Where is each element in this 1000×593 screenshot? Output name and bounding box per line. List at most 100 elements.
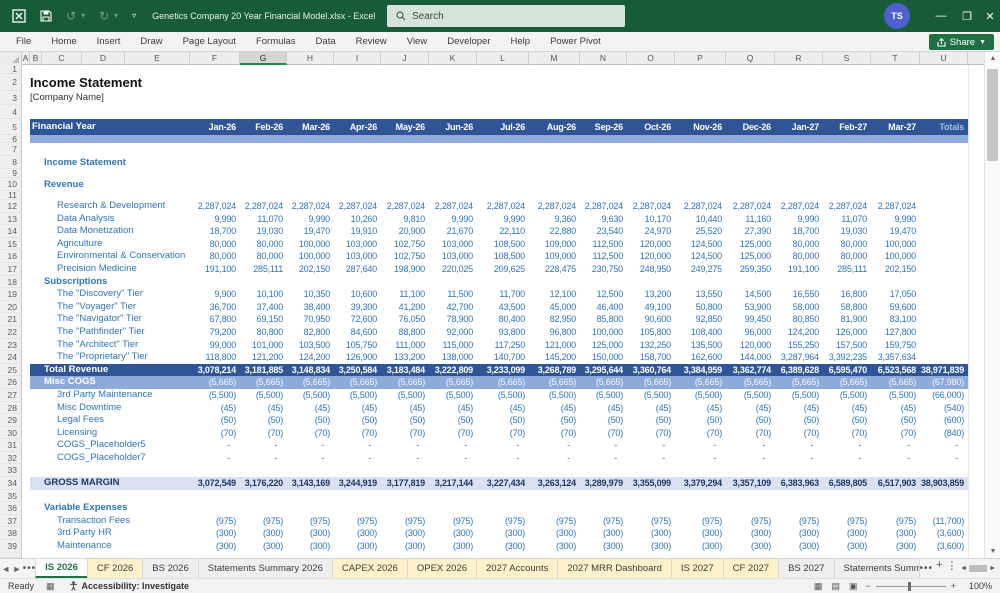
financial-year-label[interactable]: Financial Year: [32, 119, 96, 135]
cell[interactable]: 9,990: [287, 213, 334, 226]
cell[interactable]: 80,000: [190, 238, 240, 251]
cell[interactable]: 155,250: [775, 339, 823, 352]
column-header-R[interactable]: R: [775, 52, 823, 65]
cell[interactable]: Feb-26: [240, 119, 287, 135]
column-header-L[interactable]: L: [477, 52, 529, 65]
column-header-D[interactable]: D: [82, 52, 125, 65]
cell[interactable]: (300): [675, 540, 726, 553]
cell[interactable]: 2,287,024: [190, 200, 240, 213]
cell[interactable]: 17,050: [871, 288, 920, 301]
cell[interactable]: (5,500): [580, 389, 627, 402]
cell[interactable]: (70): [580, 427, 627, 440]
cell[interactable]: 3,176,220: [240, 477, 287, 490]
row-label-the-navigator-tier[interactable]: The "Navigator" Tier: [57, 313, 142, 326]
cell[interactable]: Totals: [920, 119, 968, 135]
column-header-N[interactable]: N: [580, 52, 627, 65]
cell[interactable]: (45): [823, 402, 871, 415]
cell[interactable]: 11,500: [429, 288, 477, 301]
cell[interactable]: 96,800: [529, 326, 580, 339]
cell[interactable]: 103,000: [429, 250, 477, 263]
cell[interactable]: -: [775, 452, 823, 465]
cell[interactable]: 248,950: [627, 263, 675, 276]
column-header-Q[interactable]: Q: [726, 52, 775, 65]
cell[interactable]: 158,700: [627, 351, 675, 364]
cell[interactable]: 25,520: [675, 225, 726, 238]
cell[interactable]: (975): [287, 515, 334, 528]
cell[interactable]: 50,800: [675, 301, 726, 314]
column-header-I[interactable]: I: [334, 52, 381, 65]
cell[interactable]: (975): [334, 515, 381, 528]
scroll-right-icon[interactable]: ►: [989, 565, 996, 572]
cell[interactable]: 80,850: [775, 313, 823, 326]
cell[interactable]: (5,500): [529, 389, 580, 402]
cell[interactable]: 132,250: [627, 339, 675, 352]
cell[interactable]: (300): [529, 527, 580, 540]
cell[interactable]: 3,263,124: [529, 477, 580, 490]
sheet-nav-right-icon[interactable]: ►: [11, 559, 22, 578]
cell[interactable]: 9,630: [580, 213, 627, 226]
cell[interactable]: 2,287,024: [871, 200, 920, 213]
cell[interactable]: (50): [240, 414, 287, 427]
row-header-14[interactable]: 14: [0, 225, 22, 238]
row-label-total-revenue[interactable]: Total Revenue: [44, 364, 108, 377]
cell[interactable]: 3,379,294: [675, 477, 726, 490]
cell[interactable]: 3,233,099: [477, 364, 529, 377]
row-header-31[interactable]: 31: [0, 439, 22, 452]
cell[interactable]: 3,287,964: [775, 351, 823, 364]
row-label-misc-downtime[interactable]: Misc Downtime: [57, 402, 121, 415]
cell[interactable]: 22,110: [477, 225, 529, 238]
cell[interactable]: -: [920, 452, 968, 465]
cell[interactable]: (45): [529, 402, 580, 415]
cell[interactable]: (70): [334, 427, 381, 440]
column-header-E[interactable]: E: [125, 52, 190, 65]
column-header-C[interactable]: C: [42, 52, 82, 65]
cell[interactable]: 99,450: [726, 313, 775, 326]
new-sheet-icon[interactable]: +: [933, 559, 946, 578]
cell[interactable]: (5,665): [529, 376, 580, 389]
cell[interactable]: 120,000: [627, 250, 675, 263]
cell[interactable]: 121,200: [240, 351, 287, 364]
cell[interactable]: -: [726, 439, 775, 452]
cell[interactable]: 100,000: [871, 238, 920, 251]
row-header-36[interactable]: 36: [0, 502, 22, 515]
cell[interactable]: (45): [726, 402, 775, 415]
cell[interactable]: -: [726, 452, 775, 465]
cell[interactable]: 2,287,024: [823, 200, 871, 213]
cell[interactable]: (5,665): [477, 376, 529, 389]
cell[interactable]: Dec-26: [726, 119, 775, 135]
cell[interactable]: 138,000: [429, 351, 477, 364]
sheet-tab-cf-2026[interactable]: CF 2026: [86, 559, 144, 578]
cell[interactable]: (975): [190, 515, 240, 528]
cell[interactable]: 3,177,819: [381, 477, 429, 490]
cell[interactable]: 80,000: [775, 250, 823, 263]
cell[interactable]: -: [823, 452, 871, 465]
cell[interactable]: -: [775, 439, 823, 452]
cell[interactable]: 18,700: [775, 225, 823, 238]
cell[interactable]: (66,000): [920, 389, 968, 402]
row-header-19[interactable]: 19: [0, 288, 22, 301]
row-header-23[interactable]: 23: [0, 338, 22, 352]
cell[interactable]: (300): [429, 527, 477, 540]
cell[interactable]: 125,000: [726, 250, 775, 263]
scroll-down-icon[interactable]: ▼: [985, 545, 1000, 558]
row-header-17[interactable]: 17: [0, 262, 22, 276]
cell[interactable]: 105,750: [334, 339, 381, 352]
row-header-4[interactable]: 4: [0, 105, 22, 119]
cell[interactable]: 36,700: [190, 301, 240, 314]
cell[interactable]: (300): [775, 540, 823, 553]
row-label-transaction-fees[interactable]: Transaction Fees: [57, 515, 130, 528]
cell[interactable]: 24,970: [627, 225, 675, 238]
share-button[interactable]: Share ▼: [928, 34, 994, 50]
cell[interactable]: (5,665): [775, 376, 823, 389]
save-icon[interactable]: [40, 10, 52, 22]
row-label-precision-medicine[interactable]: Precision Medicine: [57, 263, 137, 276]
zoom-out-icon[interactable]: −: [865, 581, 870, 591]
row-header-13[interactable]: 13: [0, 212, 22, 226]
cell[interactable]: 209,625: [477, 263, 529, 276]
cell[interactable]: 108,400: [675, 326, 726, 339]
row-header-18[interactable]: 18: [0, 275, 22, 289]
cell[interactable]: (70): [477, 427, 529, 440]
cell[interactable]: Oct-26: [627, 119, 675, 135]
section-label-subscriptions[interactable]: Subscriptions: [44, 276, 107, 289]
cell[interactable]: 2,287,024: [627, 200, 675, 213]
